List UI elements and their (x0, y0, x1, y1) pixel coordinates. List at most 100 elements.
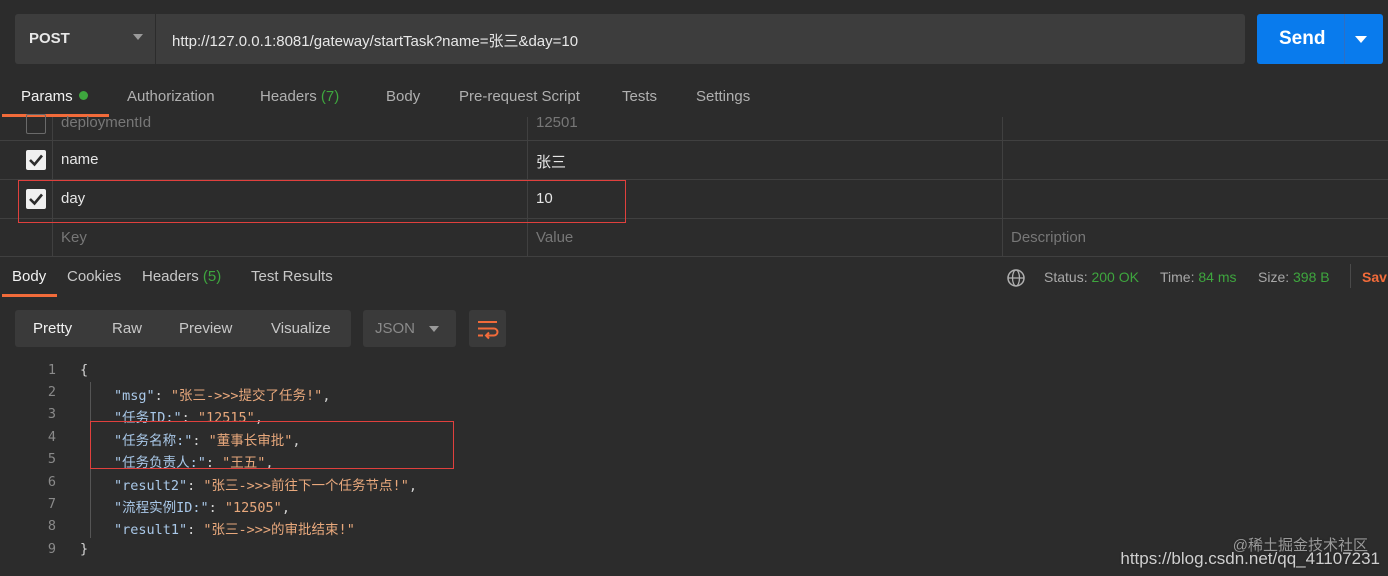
tab-headers-label: Headers (260, 88, 317, 105)
code-line: { (80, 362, 89, 378)
response-body-label: Body (12, 268, 47, 285)
json-value: "张三->>>的审批结束!" (203, 522, 355, 538)
code-line: "result2": "张三->>>前往下一个任务节点!", (114, 478, 417, 494)
tab-settings[interactable]: Settings (696, 88, 750, 105)
format-label: JSON (375, 320, 416, 337)
chevron-down-icon (429, 326, 439, 332)
tab-tests-label: Tests (622, 88, 658, 105)
send-divider (1344, 14, 1345, 64)
line-number: 1 (47, 362, 56, 378)
response-headers-count: (5) (202, 268, 222, 285)
tab-headers-count: (7) (320, 88, 340, 105)
json-comma: , (322, 388, 331, 404)
tab-response-body[interactable]: Body (12, 268, 46, 285)
line-number: 7 (47, 496, 56, 512)
param-checkbox-deploymentid[interactable] (26, 114, 46, 134)
params-active-dot-icon (78, 91, 88, 100)
line-number: 3 (47, 406, 56, 422)
time-label: Time: (1160, 269, 1195, 285)
tab-authorization[interactable]: Authorization (127, 88, 215, 105)
save-response-button[interactable]: Sav (1362, 269, 1387, 285)
wrap-lines-button[interactable] (469, 310, 506, 347)
watermark: https://blog.csdn.net/qq_41107231 (1120, 549, 1380, 568)
value-placeholder[interactable]: Value (536, 229, 573, 246)
tab-cookies[interactable]: Cookies (67, 268, 121, 285)
code-line: "流程实例ID:": "12505", (114, 500, 290, 516)
raw-button[interactable]: Raw (112, 320, 142, 337)
globe-icon[interactable] (1006, 268, 1026, 288)
send-options-chevron-icon[interactable] (1355, 36, 1367, 43)
json-value: "张三->>>前往下一个任务节点!" (203, 478, 409, 494)
tab-tests[interactable]: Tests (622, 88, 657, 105)
json-comma: , (408, 478, 417, 494)
status-value: 200 OK (1091, 269, 1139, 285)
method-select[interactable]: POST (15, 14, 155, 64)
response-headers-label: Headers (142, 268, 199, 285)
visualize-button[interactable]: Visualize (271, 320, 331, 337)
key-placeholder[interactable]: Key (61, 229, 87, 246)
line-number: 6 (47, 474, 56, 490)
tab-body[interactable]: Body (386, 88, 420, 105)
json-comma: , (281, 500, 290, 516)
url-input[interactable]: http://127.0.0.1:8081/gateway/startTask?… (156, 14, 1245, 64)
tab-params-label: Params (21, 88, 73, 105)
tab-pre-request-label: Pre-request Script (459, 88, 580, 105)
send-label: Send (1279, 28, 1326, 49)
json-value: "张三->>>提交了任务!" (170, 388, 323, 404)
tab-response-headers[interactable]: Headers (5) (142, 268, 221, 285)
json-key: "msg" (114, 388, 155, 404)
format-select[interactable]: JSON (363, 310, 456, 347)
column-divider (1002, 117, 1003, 257)
code-line: } (80, 541, 89, 557)
cookies-label: Cookies (67, 268, 122, 285)
line-number: 4 (47, 429, 56, 445)
param-key-name[interactable]: name (61, 151, 99, 168)
line-number: 5 (47, 451, 56, 467)
view-mode-group: Pretty Raw Preview Visualize (15, 310, 351, 347)
highlight-box (18, 180, 626, 223)
description-placeholder[interactable]: Description (1011, 229, 1086, 246)
time-value: 84 ms (1198, 269, 1237, 285)
param-key-deploymentid[interactable]: deploymentId (61, 114, 151, 131)
param-checkbox-name[interactable] (26, 150, 46, 170)
test-results-label: Test Results (251, 268, 333, 285)
row-divider (0, 140, 1388, 141)
tab-test-results[interactable]: Test Results (251, 268, 333, 285)
tab-body-label: Body (386, 88, 421, 105)
size-label: Size: (1258, 269, 1290, 285)
tab-authorization-label: Authorization (127, 88, 215, 105)
highlight-box (90, 421, 454, 469)
url-text: http://127.0.0.1:8081/gateway/startTask?… (172, 33, 579, 50)
json-value: "12505" (224, 500, 282, 516)
wrap-icon (478, 321, 499, 340)
save-label: Sav (1362, 269, 1387, 285)
tab-pre-request-script[interactable]: Pre-request Script (459, 88, 580, 105)
line-number: 2 (47, 384, 56, 400)
line-number: 9 (47, 541, 56, 557)
code-line: "result1": "张三->>>的审批结束!" (114, 522, 355, 538)
active-response-tab-indicator (2, 294, 57, 297)
check-icon (29, 154, 43, 167)
params-table: deploymentId 12501 name 张三 day 10 Key Va… (0, 114, 1388, 257)
chevron-down-icon (133, 34, 143, 40)
preview-button[interactable]: Preview (179, 320, 232, 337)
param-value-deploymentid[interactable]: 12501 (536, 114, 578, 131)
tab-headers[interactable]: Headers (7) (260, 88, 339, 105)
time-info[interactable]: Time: 84 ms (1160, 269, 1237, 285)
json-key: "流程实例ID:" (114, 500, 209, 516)
size-info[interactable]: Size: 398 B (1258, 269, 1330, 285)
status-label: Status: (1044, 269, 1088, 285)
meta-divider (1350, 264, 1351, 288)
method-label: POST (29, 30, 70, 47)
pretty-button[interactable]: Pretty (33, 320, 72, 337)
json-key: "result2" (114, 478, 188, 494)
status-info[interactable]: Status: 200 OK (1044, 269, 1139, 285)
tab-settings-label: Settings (696, 88, 751, 105)
tab-params[interactable]: Params (21, 88, 88, 105)
size-value: 398 B (1293, 269, 1330, 285)
send-button[interactable]: Send (1257, 14, 1383, 64)
line-number: 8 (47, 518, 56, 534)
param-value-name[interactable]: 张三 (536, 151, 566, 172)
code-line: "msg": "张三->>>提交了任务!", (114, 388, 331, 404)
json-key: "result1" (114, 522, 188, 538)
